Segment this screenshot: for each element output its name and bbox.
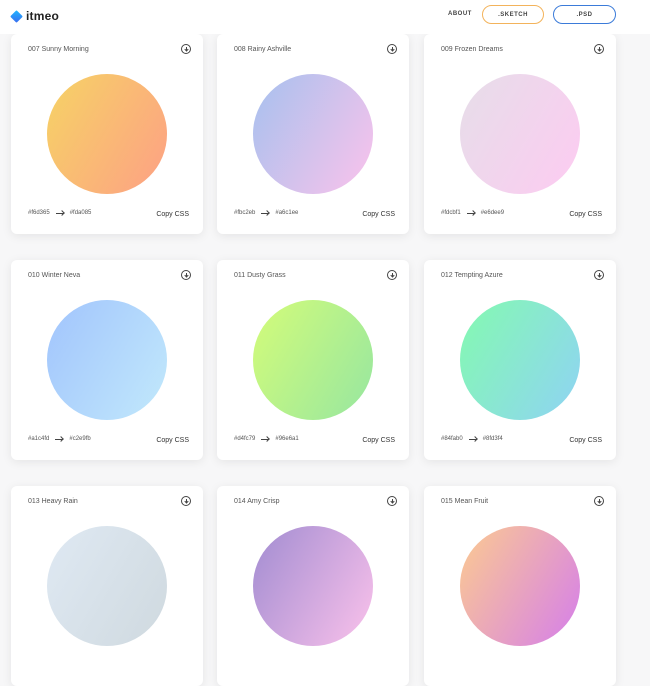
logo[interactable]: itmeo	[10, 9, 60, 23]
arrow-right-icon	[466, 212, 475, 214]
gradient-card: 008 Rainy Ashville #fbc2eb #a6c1ee Copy …	[217, 34, 409, 234]
nav-about-link[interactable]: ABOUT	[448, 11, 472, 17]
gradient-preview	[253, 300, 373, 420]
arrow-right-icon	[468, 438, 477, 440]
card-title: 008 Rainy Ashville	[234, 46, 292, 53]
card-title: 011 Dusty Grass	[234, 272, 286, 279]
gradient-preview	[47, 526, 167, 646]
download-icon[interactable]	[181, 496, 191, 506]
hex-from: #fdcbf1	[441, 210, 461, 216]
arrow-right-icon	[261, 438, 270, 440]
download-sketch-button[interactable]: .SKETCH	[482, 5, 544, 24]
hex-to: #96e6a1	[275, 436, 299, 442]
hex-codes: #84fab0 #8fd3f4	[441, 436, 503, 442]
hex-from: #d4fc79	[234, 436, 256, 442]
download-icon[interactable]	[594, 44, 604, 54]
download-icon[interactable]	[181, 270, 191, 280]
download-psd-button[interactable]: .PSD	[553, 5, 616, 24]
download-icon[interactable]	[181, 44, 191, 54]
gradient-card: 010 Winter Neva #a1c4fd #c2e9fb Copy CSS	[11, 260, 203, 460]
gradient-card: 009 Frozen Dreams #fdcbf1 #e6dee9 Copy C…	[424, 34, 616, 234]
card-title: 015 Mean Fruit	[441, 498, 489, 505]
gradient-card: 011 Dusty Grass #d4fc79 #96e6a1 Copy CSS	[217, 260, 409, 460]
hex-codes: #d4fc79 #96e6a1	[234, 436, 299, 442]
hex-from: #fbc2eb	[234, 210, 256, 216]
copy-css-button[interactable]: Copy CSS	[569, 211, 602, 219]
hex-codes: #fbc2eb #a6c1ee	[234, 210, 298, 216]
copy-css-button[interactable]: Copy CSS	[362, 437, 395, 445]
gradient-card: 015 Mean Fruit	[424, 486, 616, 686]
download-icon[interactable]	[594, 496, 604, 506]
card-title: 010 Winter Neva	[28, 272, 81, 279]
logo-text: itmeo	[26, 9, 60, 23]
arrow-right-icon	[55, 212, 64, 214]
gradient-card: 012 Tempting Azure #84fab0 #8fd3f4 Copy …	[424, 260, 616, 460]
gradient-preview	[460, 526, 580, 646]
card-title: 007 Sunny Morning	[28, 46, 89, 53]
download-icon[interactable]	[387, 496, 397, 506]
hex-to: #e6dee9	[480, 210, 505, 216]
hex-from: #f6d365	[28, 210, 50, 216]
card-title: 012 Tempting Azure	[441, 272, 503, 279]
gradient-preview	[253, 526, 373, 646]
copy-css-button[interactable]: Copy CSS	[569, 437, 602, 445]
copy-css-button[interactable]: Copy CSS	[362, 211, 395, 219]
arrow-right-icon	[55, 438, 64, 440]
hex-codes: #f6d365 #fda085	[28, 210, 91, 216]
hex-to: #fda085	[69, 210, 92, 216]
top-nav-bar: itmeo ABOUT .SKETCH .PSD	[0, 0, 650, 34]
gradient-card: 014 Amy Crisp	[217, 486, 409, 686]
hex-to: #c2e9fb	[69, 436, 91, 442]
gradient-card: 013 Heavy Rain	[11, 486, 203, 686]
hex-to: #a6c1ee	[275, 210, 299, 216]
copy-css-button[interactable]: Copy CSS	[156, 211, 189, 219]
gradient-preview	[47, 300, 167, 420]
card-title: 013 Heavy Rain	[28, 498, 78, 505]
hex-codes: #fdcbf1 #e6dee9	[441, 210, 504, 216]
gradient-card: 007 Sunny Morning #f6d365 #fda085 Copy C…	[11, 34, 203, 234]
download-icon[interactable]	[387, 44, 397, 54]
gradient-preview	[460, 300, 580, 420]
card-title: 009 Frozen Dreams	[441, 46, 503, 53]
gradient-preview	[253, 74, 373, 194]
hex-from: #a1c4fd	[28, 436, 50, 442]
card-title: 014 Amy Crisp	[234, 498, 280, 505]
copy-css-button[interactable]: Copy CSS	[156, 437, 189, 445]
arrow-right-icon	[261, 212, 270, 214]
hex-from: #84fab0	[441, 436, 463, 442]
gradient-preview	[460, 74, 580, 194]
hex-to: #8fd3f4	[482, 436, 503, 442]
download-icon[interactable]	[594, 270, 604, 280]
gradient-preview	[47, 74, 167, 194]
logo-diamond-icon	[10, 9, 23, 23]
hex-codes: #a1c4fd #c2e9fb	[28, 436, 91, 442]
download-icon[interactable]	[387, 270, 397, 280]
